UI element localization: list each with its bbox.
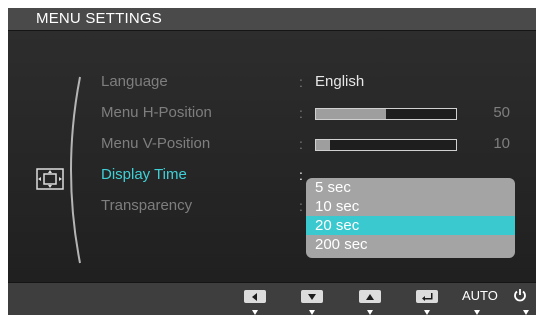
left-arrow-pointer-icon [252, 310, 258, 315]
option-5-sec[interactable]: 5 sec [306, 178, 515, 197]
h-position-value: 50 [493, 104, 510, 121]
option-200-sec[interactable]: 200 sec [306, 235, 515, 254]
left-arrow-button[interactable] [244, 290, 266, 315]
down-arrow-button[interactable] [301, 290, 323, 315]
left-arrow-icon [252, 292, 257, 301]
power-pointer-icon [523, 310, 529, 315]
auto-button-label: AUTO [462, 288, 498, 303]
enter-button[interactable] [416, 290, 438, 315]
language-value: English [315, 73, 365, 90]
display-time-separator: : [299, 167, 303, 183]
menu-item-menu-h-position[interactable]: Menu H-Position [101, 104, 212, 121]
menu-item-language[interactable]: Language [101, 73, 168, 90]
menu-item-transparency[interactable]: Transparency [101, 197, 192, 214]
menu-settings-icon [36, 168, 64, 190]
transparency-separator: : [299, 198, 303, 214]
menu-content: Language : English Menu H-Position : 50 … [8, 31, 536, 282]
v-position-slider-fill [316, 140, 330, 150]
display-time-dropdown[interactable]: 5 sec 10 sec 20 sec 200 sec [306, 178, 515, 258]
auto-pointer-icon [474, 310, 480, 315]
enter-pointer-icon [424, 310, 430, 315]
v-position-value: 10 [493, 135, 510, 152]
h-position-slider[interactable] [315, 108, 457, 120]
down-arrow-pointer-icon [309, 310, 315, 315]
enter-icon [422, 292, 433, 301]
up-arrow-pointer-icon [367, 310, 373, 315]
option-10-sec[interactable]: 10 sec [306, 197, 515, 216]
h-position-slider-fill [316, 109, 386, 119]
language-separator: : [299, 74, 303, 90]
menu-item-display-time[interactable]: Display Time [101, 166, 187, 183]
bottom-button-bar: AUTO [8, 282, 536, 315]
v-position-separator: : [299, 136, 303, 152]
h-position-separator: : [299, 105, 303, 121]
osd-menu: MENU SETTINGS Language : English Menu H-… [8, 8, 536, 315]
v-position-slider[interactable] [315, 139, 457, 151]
option-20-sec[interactable]: 20 sec [306, 216, 515, 235]
power-button[interactable] [514, 289, 537, 315]
down-arrow-icon [308, 293, 316, 300]
auto-button[interactable]: AUTO [462, 288, 498, 315]
title-bar: MENU SETTINGS [8, 8, 536, 31]
power-icon [514, 289, 526, 302]
menu-title: MENU SETTINGS [36, 10, 162, 27]
menu-item-menu-v-position[interactable]: Menu V-Position [101, 135, 210, 152]
up-arrow-button[interactable] [359, 290, 381, 315]
up-arrow-icon [366, 293, 374, 300]
